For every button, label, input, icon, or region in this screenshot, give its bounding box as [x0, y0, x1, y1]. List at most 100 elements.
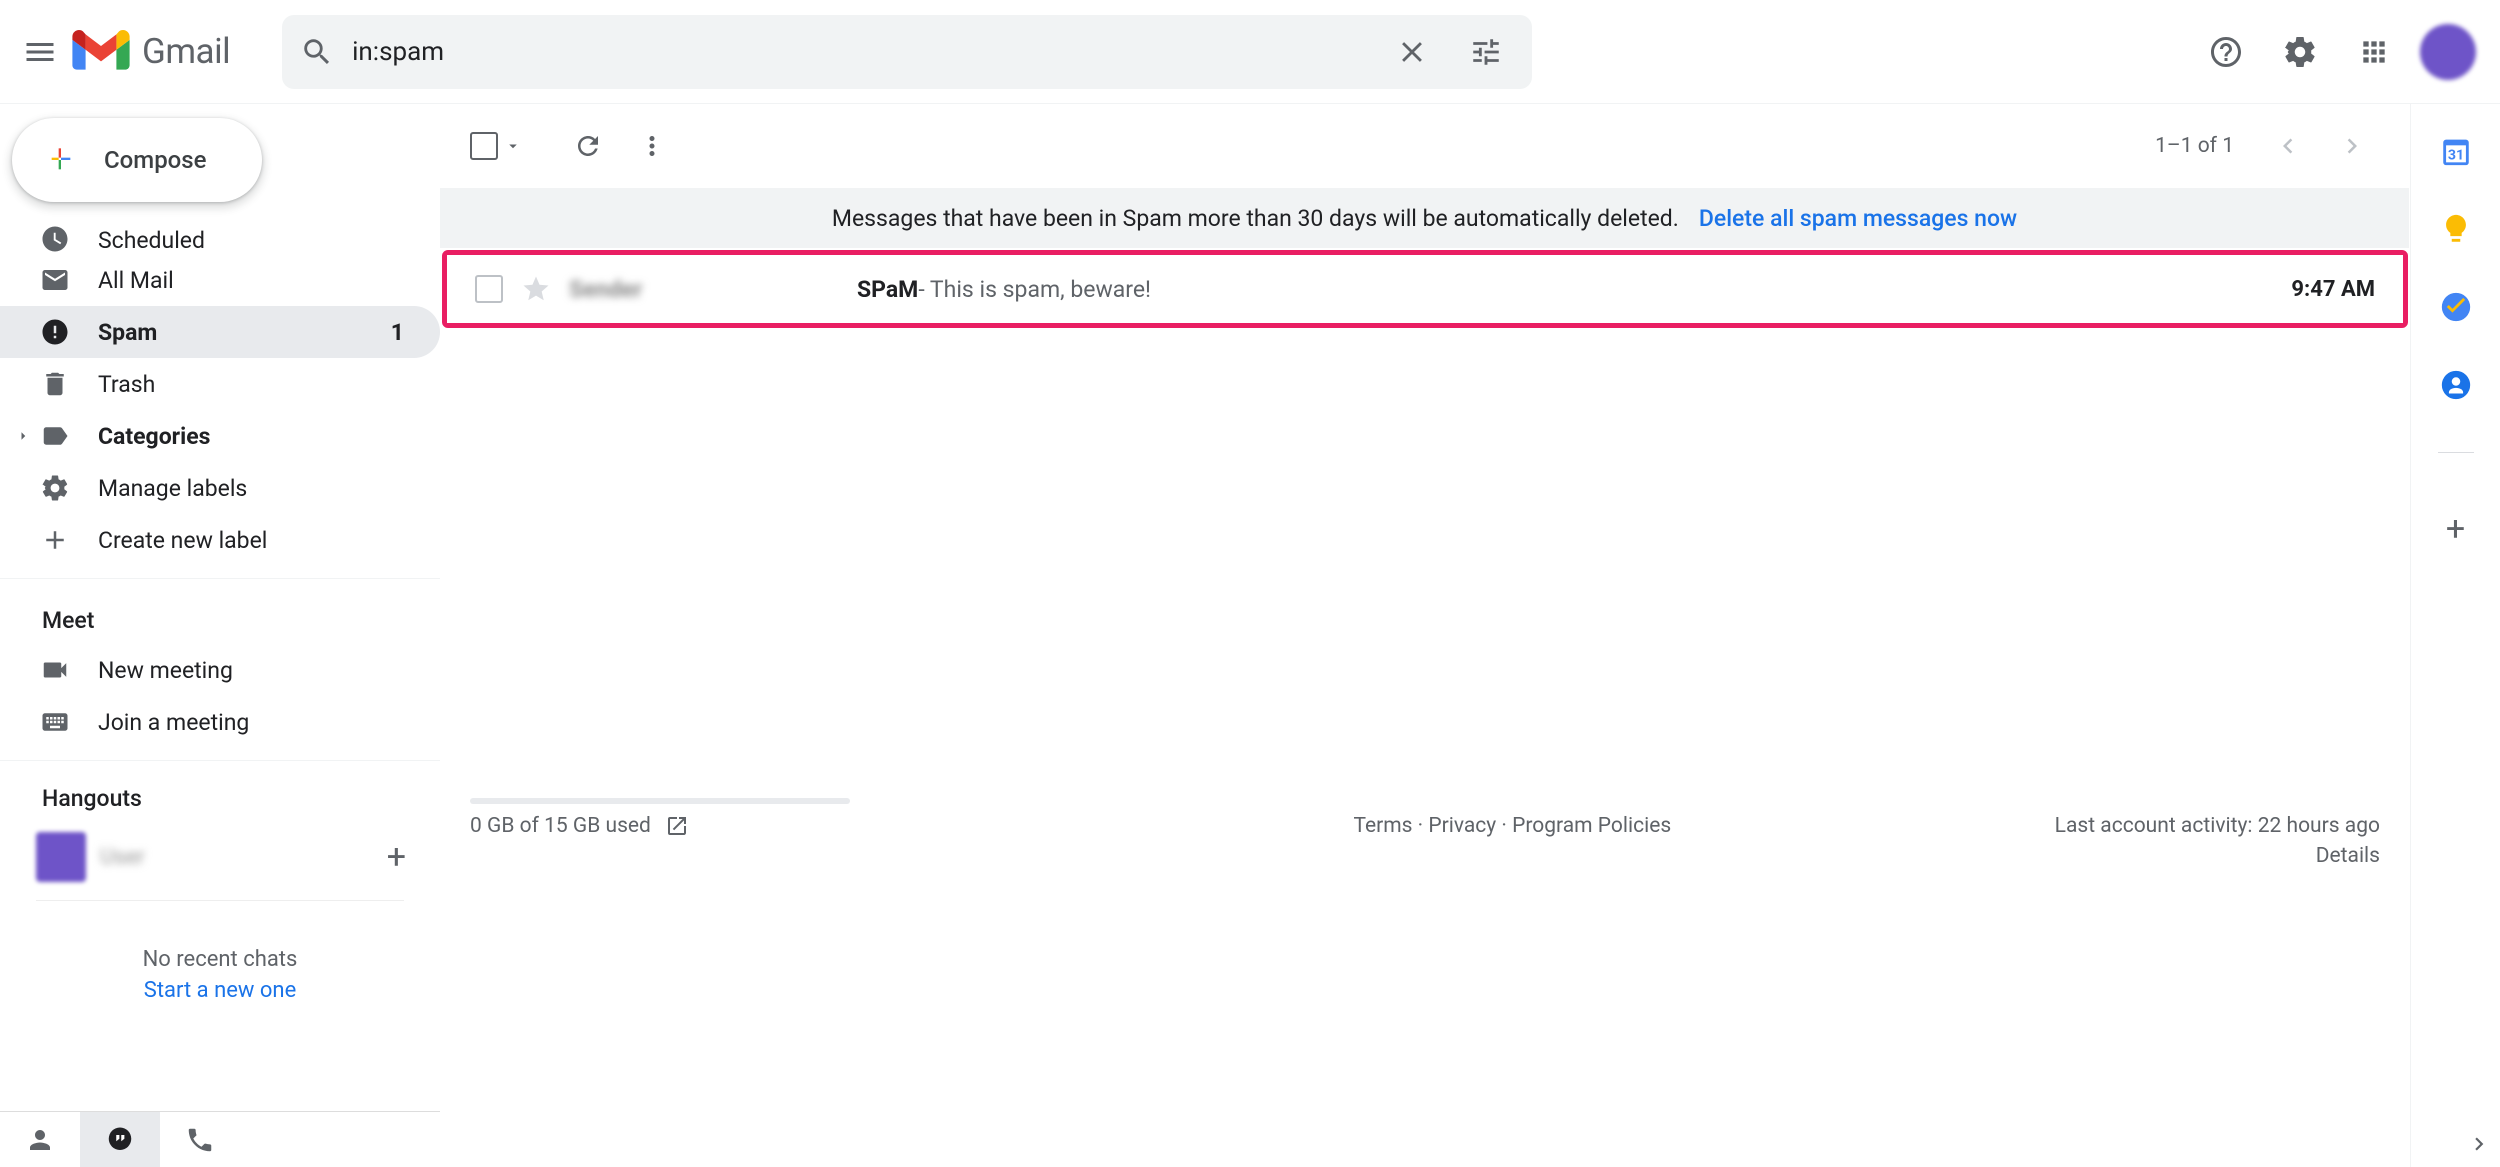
phone-calls-tab[interactable]	[160, 1112, 240, 1167]
sidebar-item-label: Categories	[98, 423, 416, 450]
select-all-checkbox[interactable]	[470, 132, 522, 160]
divider	[2438, 452, 2474, 453]
search-input[interactable]	[352, 37, 1366, 67]
sidebar-item-spam[interactable]: Spam 1	[0, 306, 440, 358]
terms-link[interactable]: Terms	[1353, 814, 1412, 838]
video-icon	[40, 655, 70, 685]
hangouts-section: Hangouts User + No recent chats Start a …	[0, 760, 440, 1003]
search-bar[interactable]	[282, 15, 1532, 89]
banner-text: Messages that have been in Spam more tha…	[832, 205, 1679, 232]
list-toolbar: 1–1 of 1	[440, 104, 2410, 188]
gear-icon	[40, 473, 70, 503]
person-icon	[25, 1125, 55, 1155]
email-time: 9:47 AM	[2291, 277, 2375, 302]
open-storage-link[interactable]	[665, 814, 689, 838]
contacts-addon[interactable]	[2439, 368, 2473, 402]
hangouts-conversations-tab[interactable]	[80, 1112, 160, 1167]
new-meeting-button[interactable]: New meeting	[0, 644, 440, 696]
divider	[36, 900, 404, 901]
refresh-icon	[573, 131, 603, 161]
support-button[interactable]	[2198, 24, 2254, 80]
get-addons-button[interactable]: +	[2446, 509, 2465, 549]
settings-button[interactable]	[2272, 24, 2328, 80]
sidebar-footer	[0, 1111, 440, 1167]
gear-icon	[2282, 34, 2318, 70]
spam-icon	[40, 317, 70, 347]
tasks-addon[interactable]	[2439, 290, 2473, 324]
svg-text:31: 31	[2447, 148, 2463, 164]
gmail-logo-icon	[72, 30, 130, 74]
search-icon[interactable]	[300, 35, 334, 69]
highlighted-email: Sender SPaM - This is spam, beware! 9:47…	[442, 250, 2408, 328]
activity-text: Last account activity: 22 hours ago	[2055, 814, 2380, 838]
keep-addon[interactable]	[2439, 212, 2473, 246]
hangouts-username: User	[100, 845, 373, 870]
hangouts-avatar	[36, 832, 86, 882]
sidebar-item-create-label[interactable]: Create new label	[0, 514, 440, 566]
star-button[interactable]	[521, 274, 551, 304]
sidebar-item-label: Trash	[98, 371, 416, 398]
expand-caret-icon	[14, 427, 32, 445]
sidebar-item-label: Spam	[98, 319, 363, 346]
scheduled-icon	[40, 224, 70, 254]
search-options-button[interactable]	[1458, 24, 1514, 80]
sidebar-item-manage-labels[interactable]: Manage labels	[0, 462, 440, 514]
hide-side-panel-button[interactable]	[2466, 1131, 2492, 1157]
hangouts-title: Hangouts	[0, 775, 440, 822]
meet-section: Meet New meeting Join a meeting	[0, 578, 440, 748]
delete-all-spam-link[interactable]: Delete all spam messages now	[1699, 205, 2017, 232]
main-content: 1–1 of 1 Messages that have been in Spam…	[440, 104, 2410, 1167]
gmail-logo[interactable]: Gmail	[68, 30, 230, 74]
tune-icon	[1469, 35, 1503, 69]
keep-icon	[2439, 212, 2473, 246]
account-avatar[interactable]	[2420, 24, 2476, 80]
new-conversation-button[interactable]: +	[387, 837, 416, 877]
calendar-addon[interactable]: 31	[2439, 134, 2473, 168]
compose-button[interactable]: Compose	[12, 118, 262, 202]
mail-icon	[40, 265, 70, 295]
compose-label: Compose	[104, 146, 207, 174]
older-button[interactable]	[2324, 118, 2380, 174]
policies-link[interactable]: Program Policies	[1512, 814, 1671, 838]
join-meeting-button[interactable]: Join a meeting	[0, 696, 440, 748]
more-button[interactable]	[624, 118, 680, 174]
meet-item-label: New meeting	[98, 657, 416, 684]
labels-nav: Scheduled All Mail Spam 1 Trash	[0, 222, 440, 566]
header-right	[2198, 24, 2476, 80]
main-menu-button[interactable]	[12, 24, 68, 80]
sidebar-item-categories[interactable]: Categories	[0, 410, 440, 462]
email-row[interactable]: Sender SPaM - This is spam, beware! 9:47…	[447, 255, 2403, 323]
sidebar-item-scheduled[interactable]: Scheduled	[0, 222, 440, 254]
clear-search-button[interactable]	[1384, 24, 1440, 80]
chevron-down-icon	[504, 137, 522, 155]
email-subject: SPaM	[857, 276, 918, 303]
sidebar-item-label: Create new label	[98, 527, 416, 554]
privacy-link[interactable]: Privacy	[1428, 814, 1496, 838]
label-icon	[40, 421, 70, 451]
checkbox-icon	[470, 132, 498, 160]
refresh-button[interactable]	[560, 118, 616, 174]
hangouts-user-row[interactable]: User +	[0, 822, 440, 892]
chevron-left-icon	[2273, 131, 2303, 161]
hangouts-contacts-tab[interactable]	[0, 1112, 80, 1167]
email-checkbox[interactable]	[475, 275, 503, 303]
main-footer: 0 GB of 15 GB used Terms · Privacy · Pro…	[440, 804, 2410, 868]
plus-icon	[40, 525, 70, 555]
newer-button[interactable]	[2260, 118, 2316, 174]
side-panel: 31 +	[2410, 104, 2500, 1167]
close-icon	[1395, 35, 1429, 69]
apps-grid-icon	[2358, 36, 2390, 68]
meet-item-label: Join a meeting	[98, 709, 416, 736]
apps-button[interactable]	[2346, 24, 2402, 80]
hamburger-icon	[22, 34, 58, 70]
open-in-new-icon	[665, 814, 689, 838]
sidebar-item-count: 1	[391, 319, 416, 346]
sidebar-item-all-mail[interactable]: All Mail	[0, 254, 440, 306]
phone-icon	[185, 1125, 215, 1155]
email-snippet: - This is spam, beware!	[918, 276, 1151, 303]
start-new-chat-link[interactable]: Start a new one	[0, 978, 440, 1003]
details-link[interactable]: Details	[2316, 844, 2380, 868]
sidebar-item-trash[interactable]: Trash	[0, 358, 440, 410]
tasks-icon	[2439, 290, 2473, 324]
contacts-icon	[2439, 368, 2473, 402]
